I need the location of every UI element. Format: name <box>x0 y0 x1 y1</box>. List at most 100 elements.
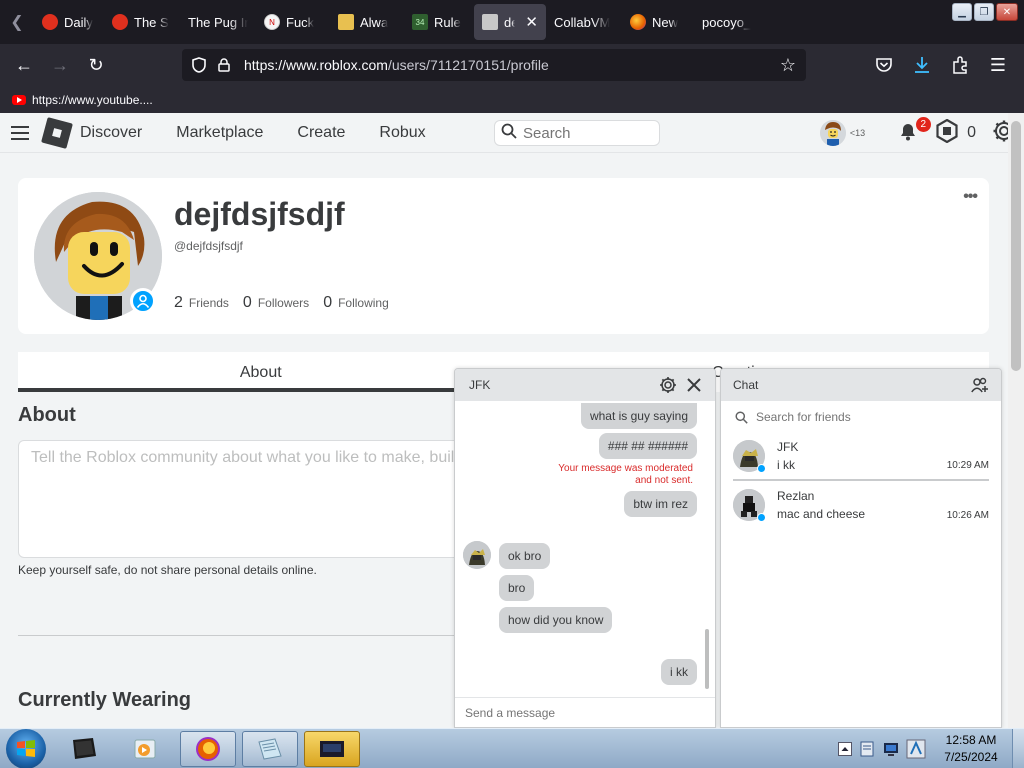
nav-robux[interactable]: Robux <box>379 124 425 142</box>
friends-stat[interactable]: 2 Friends <box>174 294 229 312</box>
start-button[interactable] <box>6 728 46 768</box>
browser-tab[interactable]: 34 Rule <box>404 4 474 40</box>
message-input-area[interactable] <box>455 697 715 727</box>
friend-name: Rezlan <box>777 489 815 503</box>
browser-tab[interactable]: New <box>622 4 694 40</box>
chat-list-title: Chat <box>733 378 759 392</box>
conversation-list-item[interactable]: JFK i kk 10:29 AM <box>733 433 989 481</box>
close-tab-icon[interactable]: ✕ <box>525 13 538 31</box>
nav-create[interactable]: Create <box>297 124 345 142</box>
show-desktop-button[interactable] <box>1012 729 1024 768</box>
message-list[interactable]: what is guy saying ### ## ###### Your me… <box>455 401 715 697</box>
back-arrow-icon[interactable]: ← <box>6 47 42 83</box>
tab-scroll-left-icon[interactable]: ❮ <box>0 0 34 44</box>
tray-expand-icon[interactable] <box>838 742 852 756</box>
browser-tab[interactable]: CollabVM <box>546 4 622 40</box>
os-taskbar: 12:58 AM 7/25/2024 <box>0 728 1024 768</box>
address-bar[interactable]: https://www.roblox.com/users/7112170151/… <box>182 49 806 81</box>
page-scrollbar[interactable] <box>1008 113 1024 728</box>
message-bubble-sent: btw im rez <box>624 491 697 517</box>
forward-arrow-icon[interactable]: → <box>42 47 78 83</box>
friend-avatar <box>733 489 766 522</box>
extensions-icon[interactable] <box>942 47 978 83</box>
roblox-header: Discover Marketplace Create Robux <13 2 … <box>0 113 1024 153</box>
bookmark-youtube[interactable]: https://www.youtube.... <box>32 93 153 107</box>
restore-icon[interactable]: ❐ <box>974 3 994 21</box>
safety-notice: Keep yourself safe, do not share persona… <box>18 563 317 577</box>
url-domain: https://www.roblox.com <box>244 57 388 73</box>
robux-balance[interactable]: 0 <box>967 124 976 142</box>
tray-remote-desktop-icon[interactable] <box>906 738 926 760</box>
followers-label: Followers <box>257 296 310 310</box>
header-avatar[interactable] <box>819 120 846 146</box>
browser-tab[interactable]: The Pug Ir <box>180 4 256 40</box>
conversation-settings-icon[interactable] <box>659 376 677 394</box>
browser-tab[interactable]: pocoyo_ <box>694 4 774 40</box>
browser-tab[interactable]: N Fuck <box>256 4 330 40</box>
nav-discover[interactable]: Discover <box>80 124 142 142</box>
downloads-icon[interactable] <box>904 47 940 83</box>
new-badge-icon: N <box>264 14 280 30</box>
friend-avatar <box>733 440 766 473</box>
chat-list-header[interactable]: Chat <box>721 369 1001 401</box>
system-clock[interactable]: 12:58 AM 7/25/2024 <box>930 732 1012 766</box>
tomato-icon <box>112 14 128 30</box>
browser-tab[interactable]: Alwa <box>330 4 404 40</box>
roblox-logo[interactable] <box>41 116 73 149</box>
nav-marketplace[interactable]: Marketplace <box>176 124 263 142</box>
browser-tab[interactable]: Daily <box>34 4 104 40</box>
browser-tab[interactable]: The S <box>104 4 180 40</box>
lock-icon[interactable] <box>218 58 236 72</box>
message-time: 10:26 AM <box>946 510 989 521</box>
window-controls: ▁ ❐ ✕ <box>952 3 1018 21</box>
taskbar-app-remote-icon[interactable] <box>304 730 360 767</box>
hamburger-menu-icon[interactable] <box>0 113 40 153</box>
followers-count: 0 <box>242 294 252 311</box>
taskbar-app-firefox-icon[interactable] <box>180 730 236 767</box>
roblox-search[interactable] <box>494 120 660 146</box>
tab-label: Fuck <box>286 14 315 30</box>
moderation-line: Your message was moderated <box>558 463 693 474</box>
friend-search-input[interactable] <box>756 410 956 424</box>
taskbar-app-notepad-icon[interactable] <box>242 730 298 767</box>
clock-time: 12:58 AM <box>945 733 997 747</box>
browser-tab-active[interactable]: dej ✕ <box>474 4 546 40</box>
taskbar-app-media-icon[interactable] <box>118 731 174 767</box>
minimize-icon[interactable]: ▁ <box>952 3 972 21</box>
sender-avatar[interactable] <box>463 541 491 569</box>
tray-action-center-icon[interactable] <box>858 740 876 758</box>
conversation-list-item[interactable]: Rezlan mac and cheese 10:26 AM <box>733 481 989 529</box>
tray-network-icon[interactable] <box>882 740 900 758</box>
bookmark-star-icon[interactable]: ☆ <box>780 55 796 76</box>
menu-icon[interactable]: ☰ <box>980 47 1016 83</box>
tab-label: Daily <box>64 14 93 30</box>
following-stat[interactable]: 0 Following <box>323 294 389 312</box>
chat-conversation-window: JFK what is guy saying ### ## ###### You… <box>454 368 716 728</box>
age-label: <13 <box>849 128 866 138</box>
close-conversation-icon[interactable] <box>687 378 701 392</box>
search-input[interactable] <box>523 124 653 142</box>
followers-stat[interactable]: 0 Followers <box>243 294 309 312</box>
reload-icon[interactable]: ↻ <box>78 47 114 83</box>
pocket-icon[interactable] <box>866 47 902 83</box>
tab-label: CollabVM <box>554 14 611 30</box>
header-right: <13 2 0 <box>819 113 1016 153</box>
notifications-button[interactable]: 2 <box>895 117 932 146</box>
tab-about[interactable]: About <box>18 352 504 392</box>
message-bubble-sent: ### ## ###### <box>598 433 697 459</box>
url-path: /users/7112170151/profile <box>387 57 549 73</box>
conversation-title: JFK <box>469 378 491 392</box>
moderation-notice: Your message was moderated and not sent. <box>558 463 693 487</box>
robux-icon[interactable] <box>935 118 959 148</box>
close-window-icon[interactable]: ✕ <box>996 3 1018 21</box>
taskbar-app-monitor-icon[interactable] <box>56 731 112 767</box>
more-options-icon[interactable]: ••• <box>963 188 978 206</box>
about-textarea[interactable]: Tell the Roblox community about what you… <box>18 440 468 558</box>
message-input[interactable] <box>465 705 705 720</box>
tracking-shield-icon[interactable] <box>192 57 210 73</box>
conversation-scrollbar[interactable] <box>705 629 709 689</box>
conversation-header[interactable]: JFK <box>455 369 715 401</box>
page-scrollbar-thumb[interactable] <box>1011 121 1021 371</box>
add-friends-icon[interactable] <box>971 377 989 393</box>
friend-search[interactable] <box>721 401 1001 433</box>
